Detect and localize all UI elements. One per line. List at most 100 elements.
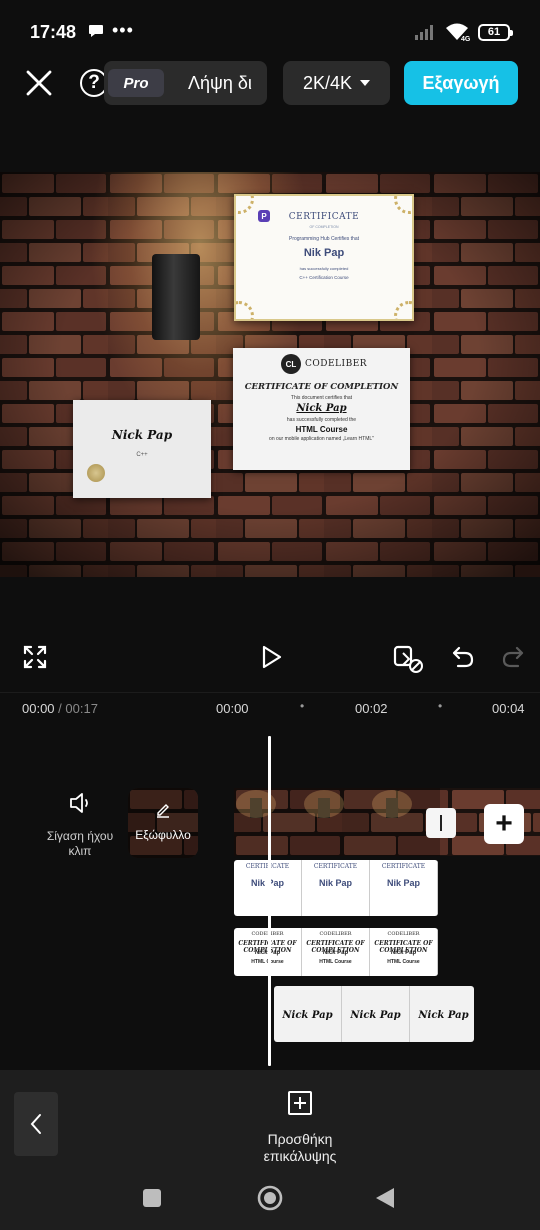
- overlay-thumb-name: Nick Pap: [418, 1010, 469, 1021]
- home-icon[interactable]: [256, 1184, 284, 1212]
- overlay-thumb: CODELIBER CERTIFICATE OF COMPLETION Nick…: [370, 928, 438, 976]
- ornament: [236, 301, 254, 319]
- add-overlay-label: Προσθήκη επικάλυψης: [263, 1131, 337, 1164]
- video-preview[interactable]: P CERTIFICATE OF COMPLETION Programming …: [0, 172, 540, 577]
- add-overlay-button[interactable]: Προσθήκη επικάλυψης: [230, 1090, 370, 1165]
- overlay-thumb: Nick Pap: [274, 986, 342, 1042]
- overlay-thumb-name: Nik Pap: [318, 878, 352, 888]
- ruler-dot: •: [438, 699, 443, 713]
- pro-badge: Pro: [108, 69, 164, 97]
- overlay-thumb-name: Nik Pap: [386, 878, 420, 888]
- certificate-line: This document certifies that: [290, 395, 353, 401]
- overlay-thumb: CERTIFICATE Nik Pap: [370, 860, 438, 916]
- certificate-name: Nick Pap: [111, 428, 173, 442]
- overlay-thumb-course: HTML Course: [387, 959, 420, 965]
- close-icon[interactable]: [22, 66, 56, 100]
- overlay-thumb-title: CERTIFICATE: [381, 863, 426, 870]
- fullscreen-icon[interactable]: [22, 644, 48, 670]
- ornament: [394, 301, 412, 319]
- certificate-line: on our mobile application named „Learn H…: [269, 436, 374, 442]
- ornament: [394, 196, 412, 214]
- certificate-overlay-html-codeliber[interactable]: CL CODELIBER CERTIFICATE OF COMPLETION T…: [233, 348, 410, 470]
- ornament: [236, 196, 254, 214]
- mute-label: Σίγαση ήχου κλιπ: [46, 829, 114, 858]
- svg-text:4G: 4G: [461, 36, 470, 42]
- certificate-course: C++: [136, 452, 148, 458]
- certificate-overlay-cpp-sololearn[interactable]: Nick Pap C++: [73, 400, 211, 498]
- status-time: 17:48: [30, 22, 77, 42]
- redo-icon[interactable]: [500, 644, 526, 670]
- plus-icon[interactable]: +: [484, 804, 524, 844]
- certificate-line: has successfully completed the: [286, 417, 357, 423]
- resolution-label: 2K/4K: [302, 72, 353, 93]
- wall-lamp: [152, 254, 200, 340]
- playhead[interactable]: [268, 736, 271, 1066]
- status-bar: 17:48 ••• 4G 61: [0, 0, 540, 60]
- overlay-track-cert-html[interactable]: CODELIBER CERTIFICATE OF COMPLETION Nick…: [234, 928, 438, 976]
- pro-download-label: Λήψη δι: [188, 73, 252, 93]
- ruler-mark: 00:02: [355, 701, 388, 716]
- cover-button[interactable]: Εξώφυλλο: [128, 788, 198, 858]
- caret-down-icon: [360, 80, 371, 86]
- time-indicator: 00:00 / 00:17: [22, 701, 98, 716]
- certificate-course: C++ Certification Course: [299, 275, 349, 280]
- overlay-thumb: Nick Pap: [342, 986, 410, 1042]
- overlay-thumb-name: Nick Pap: [322, 950, 349, 956]
- overlay-thumb: Nick Pap: [410, 986, 474, 1042]
- top-bar: ? Pro Λήψη δι 2K/4K Εξαγωγή: [0, 60, 540, 106]
- overlay-track-cert-cpp[interactable]: CERTIFICATE Nik Pap CERTIFICATE Nik Pap …: [234, 860, 438, 916]
- ruler-mark: 00:00: [216, 701, 249, 716]
- timeline-ruler[interactable]: 00:00 / 00:17 00:00 • 00:02 • 00:04: [0, 692, 540, 722]
- export-button[interactable]: Εξαγωγή: [404, 61, 518, 105]
- overlay-thumb: CERTIFICATE Nik Pap: [302, 860, 370, 916]
- certificate-overlay-cpp-programming-hub[interactable]: P CERTIFICATE OF COMPLETION Programming …: [234, 194, 414, 321]
- certificate-title: CERTIFICATE: [288, 212, 360, 222]
- signal-icon: [415, 25, 433, 40]
- overlay-thumb-brand: CODELIBER: [319, 931, 352, 937]
- certificate-name: Nik Pap: [303, 247, 345, 259]
- back-nav-icon[interactable]: [374, 1186, 396, 1210]
- total-duration: / 00:17: [58, 701, 98, 716]
- wifi-icon: 4G: [446, 23, 470, 42]
- certificate-subtitle: OF COMPLETION: [309, 225, 339, 229]
- edit-icon: [157, 804, 169, 818]
- certificate-title: CERTIFICATE OF COMPLETION: [244, 382, 399, 392]
- codeliber-logo: CL: [281, 354, 301, 374]
- back-button[interactable]: [14, 1092, 58, 1156]
- add-overlay-icon: [288, 1091, 312, 1115]
- overlay-thumb-brand: CODELIBER: [387, 931, 420, 937]
- status-right: 4G 61: [414, 22, 513, 42]
- undo-icon[interactable]: [450, 644, 476, 670]
- lamp-thumbs: [236, 790, 412, 818]
- battery-icon: 61: [478, 23, 513, 41]
- overlay-thumb-name: Nick Pap: [282, 1010, 333, 1021]
- keyframe-icon[interactable]: [392, 644, 424, 674]
- pro-download-button[interactable]: Pro Λήψη δι: [104, 61, 267, 105]
- player-controls: [0, 636, 540, 682]
- speaker-icon: [70, 793, 88, 813]
- recent-apps-icon[interactable]: [142, 1188, 162, 1208]
- certificate-line: Programming Hub Certifies that: [288, 236, 360, 242]
- system-nav-bar: [0, 1168, 540, 1230]
- split-marker[interactable]: [426, 808, 456, 838]
- battery-level: 61: [487, 26, 501, 38]
- overlay-track-cert-cpp-2[interactable]: Nick Pap Nick Pap Nick Pap: [274, 986, 474, 1042]
- resolution-dropdown[interactable]: 2K/4K: [283, 61, 390, 105]
- cover-label: Εξώφυλλο: [135, 828, 191, 842]
- mute-clip-audio-button[interactable]: Σίγαση ήχου κλιπ: [42, 788, 118, 859]
- more-notifications-icon: •••: [112, 20, 134, 40]
- certificate-brand: CODELIBER: [305, 359, 368, 369]
- cover-shade: [128, 788, 198, 858]
- message-icon: [89, 25, 103, 37]
- ruler-mark: 00:04: [492, 701, 525, 716]
- overlay-thumb-name: Nick Pap: [390, 950, 417, 956]
- certificate-line: has successfully completed: [299, 266, 349, 271]
- ruler-dot: •: [300, 699, 305, 713]
- overlay-thumb: CODELIBER CERTIFICATE OF COMPLETION Nick…: [302, 928, 370, 976]
- certificate-course: HTML Course: [295, 425, 348, 434]
- overlay-thumb-name: Nick Pap: [350, 1010, 401, 1021]
- play-icon[interactable]: [258, 644, 284, 670]
- overlay-thumb-title: CERTIFICATE: [313, 863, 358, 870]
- certificate-name: Nick Pap: [296, 403, 347, 414]
- chevron-left-icon: [30, 1114, 41, 1134]
